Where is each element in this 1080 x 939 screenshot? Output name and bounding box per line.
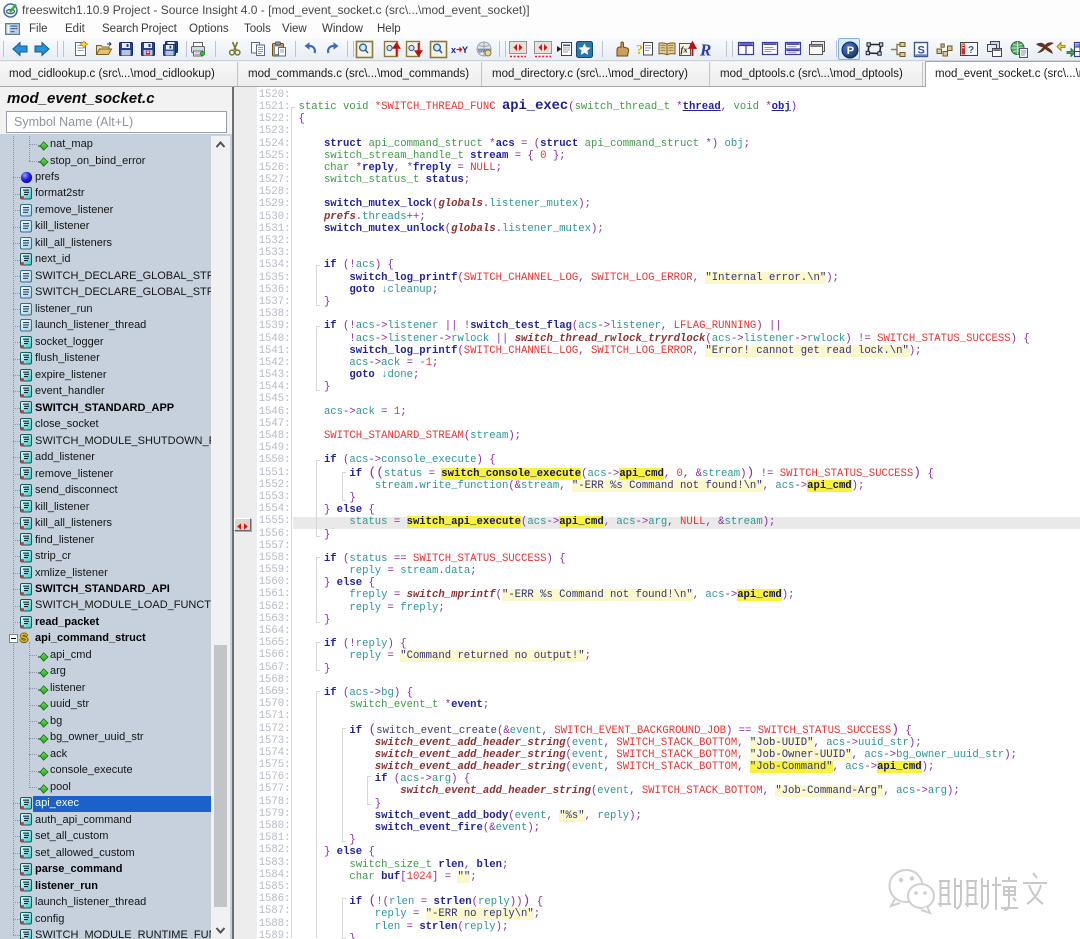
- svg-text:P: P: [847, 45, 854, 57]
- svg-text:?: ?: [968, 45, 974, 56]
- svg-text:?: ?: [636, 43, 643, 58]
- svg-text:x: x: [451, 45, 456, 55]
- svg-text:fx: fx: [681, 45, 689, 55]
- svg-text:R: R: [699, 41, 711, 60]
- svg-text:Y: Y: [462, 45, 468, 55]
